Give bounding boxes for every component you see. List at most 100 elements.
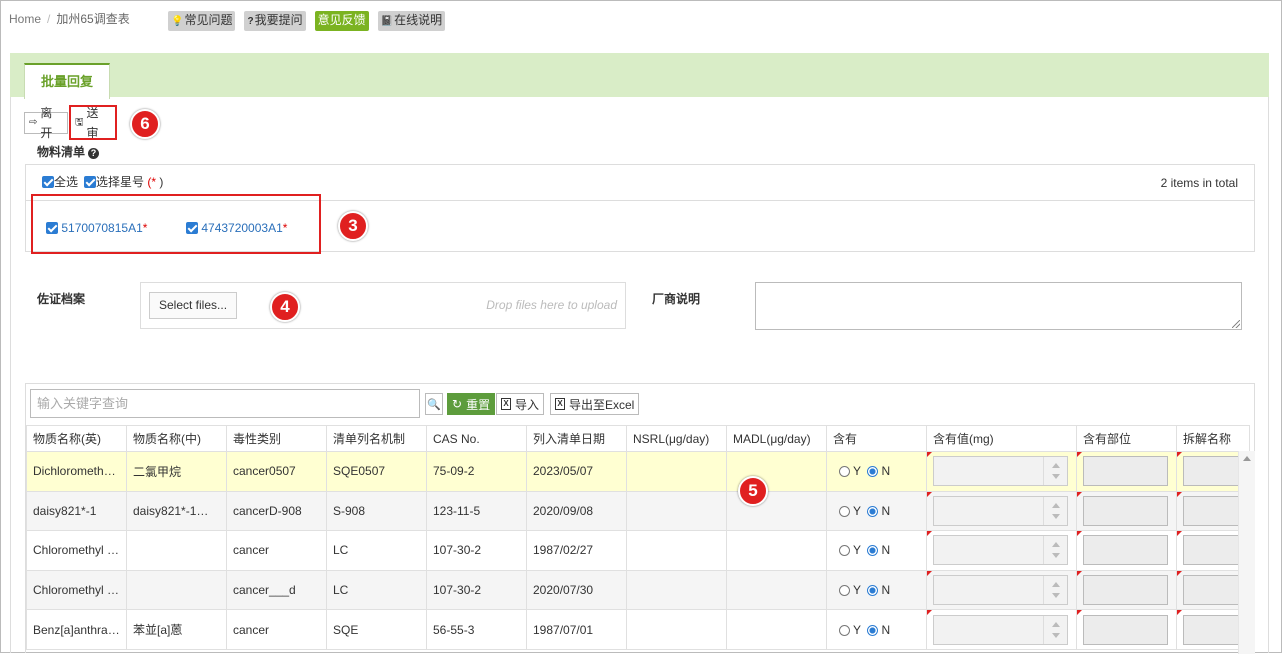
radio-y-label: Y bbox=[853, 464, 861, 479]
faq-button[interactable]: 💡常见问题 bbox=[168, 11, 236, 31]
contains-n-radio[interactable]: N bbox=[867, 504, 890, 518]
radio-n-label: N bbox=[881, 503, 891, 518]
reset-label: 重置 bbox=[466, 397, 491, 412]
help-icon[interactable]: ? bbox=[88, 148, 100, 159]
column-header[interactable]: NSRL(μg/day) bbox=[626, 425, 727, 452]
cell-contains: Y N bbox=[826, 451, 927, 492]
column-header[interactable]: 物质名称(英) bbox=[26, 425, 127, 452]
disassembly-name-input[interactable] bbox=[1183, 614, 1243, 645]
contains-n-radio[interactable]: N bbox=[867, 623, 890, 637]
cell-name-cn: daisy821*-1… bbox=[126, 490, 227, 532]
reset-button[interactable]: ↻ 重置 bbox=[447, 393, 496, 415]
cell-mechanism: SQE bbox=[326, 609, 427, 650]
contains-n-radio[interactable]: N bbox=[867, 543, 890, 557]
cell-name-cn bbox=[126, 569, 227, 611]
cell-name-cn bbox=[126, 530, 227, 571]
radio-on-icon bbox=[867, 466, 879, 478]
cell-date: 1987/07/01 bbox=[526, 609, 627, 650]
cell-madl bbox=[726, 609, 827, 650]
disassembly-name-input[interactable] bbox=[1183, 535, 1243, 566]
cell-madl bbox=[726, 569, 827, 611]
bulb-icon: 💡 bbox=[171, 16, 184, 27]
spinner-arrows-icon[interactable] bbox=[1043, 536, 1067, 565]
contains-part-input[interactable] bbox=[1083, 575, 1168, 606]
spinner-arrows-icon[interactable] bbox=[1043, 457, 1067, 486]
cell-cas: 56-55-3 bbox=[426, 609, 527, 650]
column-header[interactable]: MADL(μg/day) bbox=[726, 425, 827, 452]
column-header[interactable]: CAS No. bbox=[426, 425, 527, 452]
keyword-search-input[interactable]: 输入关键字查询 bbox=[30, 389, 420, 418]
breadcrumb: Home / 加州65调查表 bbox=[9, 9, 130, 31]
contains-n-radio[interactable]: N bbox=[867, 464, 890, 478]
contains-value-stepper[interactable] bbox=[933, 614, 1068, 645]
radio-y-label: Y bbox=[853, 543, 861, 558]
online-help-button[interactable]: 📓在线说明 bbox=[377, 11, 446, 31]
cell-contains-part bbox=[1076, 451, 1177, 492]
select-star-checkbox[interactable]: 选择星号 (* ) bbox=[84, 173, 163, 190]
table-row[interactable]: daisy821*-1 daisy821*-1… cancerD-908 S-9… bbox=[26, 490, 1250, 532]
table-row[interactable]: Benz[a]anthra… 苯並[a]蒽 cancer SQE 56-55-3… bbox=[26, 609, 1250, 650]
spinner-arrows-icon[interactable] bbox=[1043, 615, 1067, 644]
resize-handle-icon[interactable] bbox=[1232, 320, 1240, 328]
file-drop-zone[interactable]: Select files... Drop files here to uploa… bbox=[140, 282, 626, 329]
column-header[interactable]: 列入清单日期 bbox=[526, 425, 627, 452]
radio-y-label: Y bbox=[853, 583, 861, 598]
table-row[interactable]: Chloromethyl … cancer___d LC 107-30-2 20… bbox=[26, 569, 1250, 611]
contains-value-stepper[interactable] bbox=[933, 575, 1068, 606]
column-header[interactable]: 清单列名机制 bbox=[326, 425, 427, 452]
cell-name-en: Dichlorometh… bbox=[26, 451, 127, 492]
contains-part-input[interactable] bbox=[1083, 495, 1168, 526]
checkbox-checked-icon bbox=[84, 176, 96, 188]
contains-part-input[interactable] bbox=[1083, 456, 1168, 487]
leave-button[interactable]: ⇨ 离开 bbox=[24, 106, 68, 140]
export-excel-button[interactable]: X 导出至Excel bbox=[550, 393, 640, 415]
column-header[interactable]: 含有部位 bbox=[1076, 425, 1177, 452]
tab-batch-reply[interactable]: 批量回复 bbox=[24, 63, 110, 99]
search-button[interactable]: 🔍 bbox=[425, 393, 443, 415]
disassembly-name-input[interactable] bbox=[1183, 575, 1243, 606]
column-header[interactable]: 含有 bbox=[826, 425, 927, 452]
ask-question-button[interactable]: ?我要提问 bbox=[244, 11, 306, 31]
contains-y-radio[interactable]: Y bbox=[839, 623, 861, 637]
contains-n-radio[interactable]: N bbox=[867, 583, 890, 597]
spinner-arrows-icon[interactable] bbox=[1043, 496, 1067, 525]
column-header[interactable]: 毒性类别 bbox=[226, 425, 327, 452]
question-icon: ? bbox=[247, 16, 254, 27]
contains-part-input[interactable] bbox=[1083, 535, 1168, 566]
contains-value-stepper[interactable] bbox=[933, 456, 1068, 487]
radio-off-icon bbox=[839, 585, 850, 597]
cell-toxicity: cancer___d bbox=[226, 569, 327, 611]
cell-mechanism: LC bbox=[326, 530, 427, 571]
breadcrumb-home[interactable]: Home bbox=[9, 12, 41, 26]
cell-contains: Y N bbox=[826, 569, 927, 611]
contains-y-radio[interactable]: Y bbox=[839, 543, 861, 557]
excel-icon: X bbox=[501, 398, 511, 410]
table-row[interactable]: Dichlorometh… 二氯甲烷 cancer0507 SQE0507 75… bbox=[26, 451, 1250, 492]
radio-off-icon bbox=[839, 466, 850, 478]
column-header[interactable]: 拆解名称 bbox=[1176, 425, 1250, 452]
substance-table: 物质名称(英) 物质名称(中) 毒性类别 清单列名机制 CAS No. 列入清单… bbox=[26, 425, 1250, 650]
feedback-button[interactable]: 意见反馈 bbox=[314, 11, 369, 31]
import-button[interactable]: X 导入 bbox=[496, 393, 545, 415]
select-files-button[interactable]: Select files... bbox=[149, 292, 238, 319]
annotation-badge-5: 5 bbox=[738, 476, 768, 506]
cell-contains-part bbox=[1076, 490, 1177, 532]
column-header[interactable]: 含有值(mg) bbox=[926, 425, 1077, 452]
table-row[interactable]: Chloromethyl … cancer LC 107-30-2 1987/0… bbox=[26, 530, 1250, 571]
column-header[interactable]: 物质名称(中) bbox=[126, 425, 227, 452]
vertical-scrollbar[interactable] bbox=[1238, 451, 1255, 654]
vendor-note-textarea[interactable] bbox=[755, 282, 1242, 330]
contains-part-input[interactable] bbox=[1083, 614, 1168, 645]
disassembly-name-input[interactable] bbox=[1183, 456, 1243, 487]
contains-y-radio[interactable]: Y bbox=[839, 504, 861, 518]
select-all-checkbox[interactable]: 全选 bbox=[42, 173, 78, 190]
disassembly-name-input[interactable] bbox=[1183, 495, 1243, 526]
spinner-arrows-icon[interactable] bbox=[1043, 576, 1067, 605]
contains-value-stepper[interactable] bbox=[933, 495, 1068, 526]
contains-y-radio[interactable]: Y bbox=[839, 464, 861, 478]
contains-value-stepper[interactable] bbox=[933, 535, 1068, 566]
cell-date: 2020/09/08 bbox=[526, 490, 627, 532]
cell-toxicity: cancer bbox=[226, 530, 327, 571]
contains-y-radio[interactable]: Y bbox=[839, 583, 861, 597]
top-button-group: 💡常见问题 ?我要提问 意见反馈 📓在线说明 bbox=[168, 11, 446, 31]
